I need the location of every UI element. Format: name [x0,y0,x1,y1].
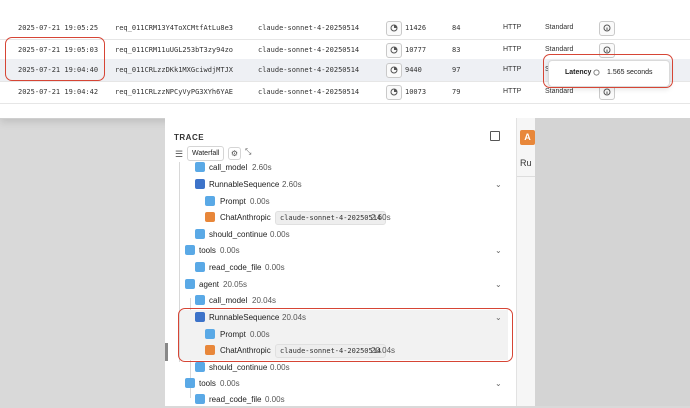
protocol-cell: HTTP [503,46,522,53]
trace-node[interactable]: tools 0.00s ⌄ [185,376,505,392]
protocol-cell: HTTP [503,66,522,73]
node-icon [195,394,205,404]
anthropic-icon [205,212,215,222]
node-icon [195,362,205,372]
anthropic-badge: A [520,130,535,145]
node-duration: 20.05s [223,280,248,289]
node-label: ChatAnthropic [220,213,271,222]
node-label: read_code_file [209,395,262,404]
node-duration: 0.00s [270,363,290,372]
tokens-cell: 10777 [405,46,427,54]
model-cell: claude-sonnet-4-20250514 [258,66,360,74]
tokens-cell: 11426 [405,24,427,32]
node-duration: 2.60s [252,163,272,172]
node-duration: 2.60s [282,180,302,189]
request-id-cell: req_011CRM13Y4ToXCMtfAtLu8e3 [115,24,234,32]
panel-toggle-icon[interactable] [490,131,500,141]
trace-node[interactable]: RunnableSequence 2.60s ⌄ [195,177,505,193]
node-duration: 0.00s [220,246,240,255]
background-strip [516,118,690,406]
model-tag: claude-sonnet-4-20250514 [275,211,387,225]
model-cell: claude-sonnet-4-20250514 [258,46,360,54]
tier-cell: Standard [545,46,574,53]
node-label: tools [199,246,216,255]
chevron-down-icon[interactable]: ⌄ [495,379,502,388]
request-id-cell: req_011CRM11uUGL253bT3zy94zo [115,46,234,54]
annotation-box [5,37,105,81]
scroll-marker [165,343,168,361]
chevron-down-icon[interactable]: ⌄ [495,246,502,255]
node-duration: 20.04s [252,296,277,305]
node-icon [185,279,195,289]
pie-chart-icon[interactable] [386,63,402,78]
model-cell: claude-sonnet-4-20250514 [258,24,360,32]
score-cell: 79 [452,88,461,96]
node-label: call_model [209,296,248,305]
node-icon [195,295,205,305]
node-duration: 0.00s [220,379,240,388]
trace-node[interactable]: agent 20.05s ⌄ [185,277,505,293]
node-label: RunnableSequence [209,180,280,189]
detail-panel-edge: A Ru [516,118,535,406]
annotation-box [178,308,513,362]
node-icon [185,245,195,255]
node-duration: 0.00s [270,230,290,239]
trace-node[interactable]: tools 0.00s ⌄ [185,243,505,259]
time-cell: 2025-07-21 19:05:25 [18,24,99,32]
table-row[interactable]: 2025-07-21 19:05:25 req_011CRM13Y4ToXCMt… [0,17,690,39]
annotation-box [543,54,673,88]
collapse-icon[interactable]: ⤡ [245,147,251,157]
node-label: agent [199,280,220,289]
node-duration: 0.00s [265,395,285,404]
node-icon [195,262,205,272]
tier-cell: Standard [545,24,574,31]
tokens-cell: 9440 [405,66,422,74]
node-duration: 2.60s [371,213,391,222]
chevron-down-icon[interactable]: ⌄ [495,280,502,289]
filter-icon[interactable]: ☰ [175,149,183,160]
tokens-cell: 10073 [405,88,427,96]
detail-tab[interactable]: Ru [520,158,532,168]
node-label: should_continue [209,230,268,239]
trace-title: TRACE [174,133,205,142]
model-cell: claude-sonnet-4-20250514 [258,88,360,96]
node-label: tools [199,379,216,388]
node-label: should_continue [209,363,268,372]
view-mode-select[interactable]: Waterfall [187,146,225,161]
gear-icon[interactable]: ⚙ [228,147,241,160]
prompt-icon [205,196,215,206]
node-duration: 0.00s [265,263,285,272]
node-icon [195,229,205,239]
pie-chart-icon[interactable] [386,21,402,36]
score-cell: 84 [452,24,461,32]
protocol-cell: HTTP [503,24,522,31]
info-icon[interactable] [599,21,615,36]
request-id-cell: req_011CRLzzNPCyVyPG3XYh6YAE [115,88,234,96]
protocol-cell: HTTP [503,88,522,95]
node-duration: 0.00s [250,197,270,206]
node-label: call_model [209,163,248,172]
node-label: read_code_file [209,263,262,272]
tier-cell: Standard [545,88,574,95]
chevron-down-icon[interactable]: ⌄ [495,180,502,189]
node-icon [195,162,205,172]
node-icon [185,378,195,388]
chain-icon [195,179,205,189]
pie-chart-icon[interactable] [386,85,402,100]
score-cell: 97 [452,66,461,74]
pie-chart-icon[interactable] [386,43,402,58]
request-id-cell: req_011CRLzzDKk1MXGciwdjMTJX [115,66,234,74]
score-cell: 83 [452,46,461,54]
time-cell: 2025-07-21 19:04:42 [18,88,99,96]
node-label: Prompt [220,197,246,206]
